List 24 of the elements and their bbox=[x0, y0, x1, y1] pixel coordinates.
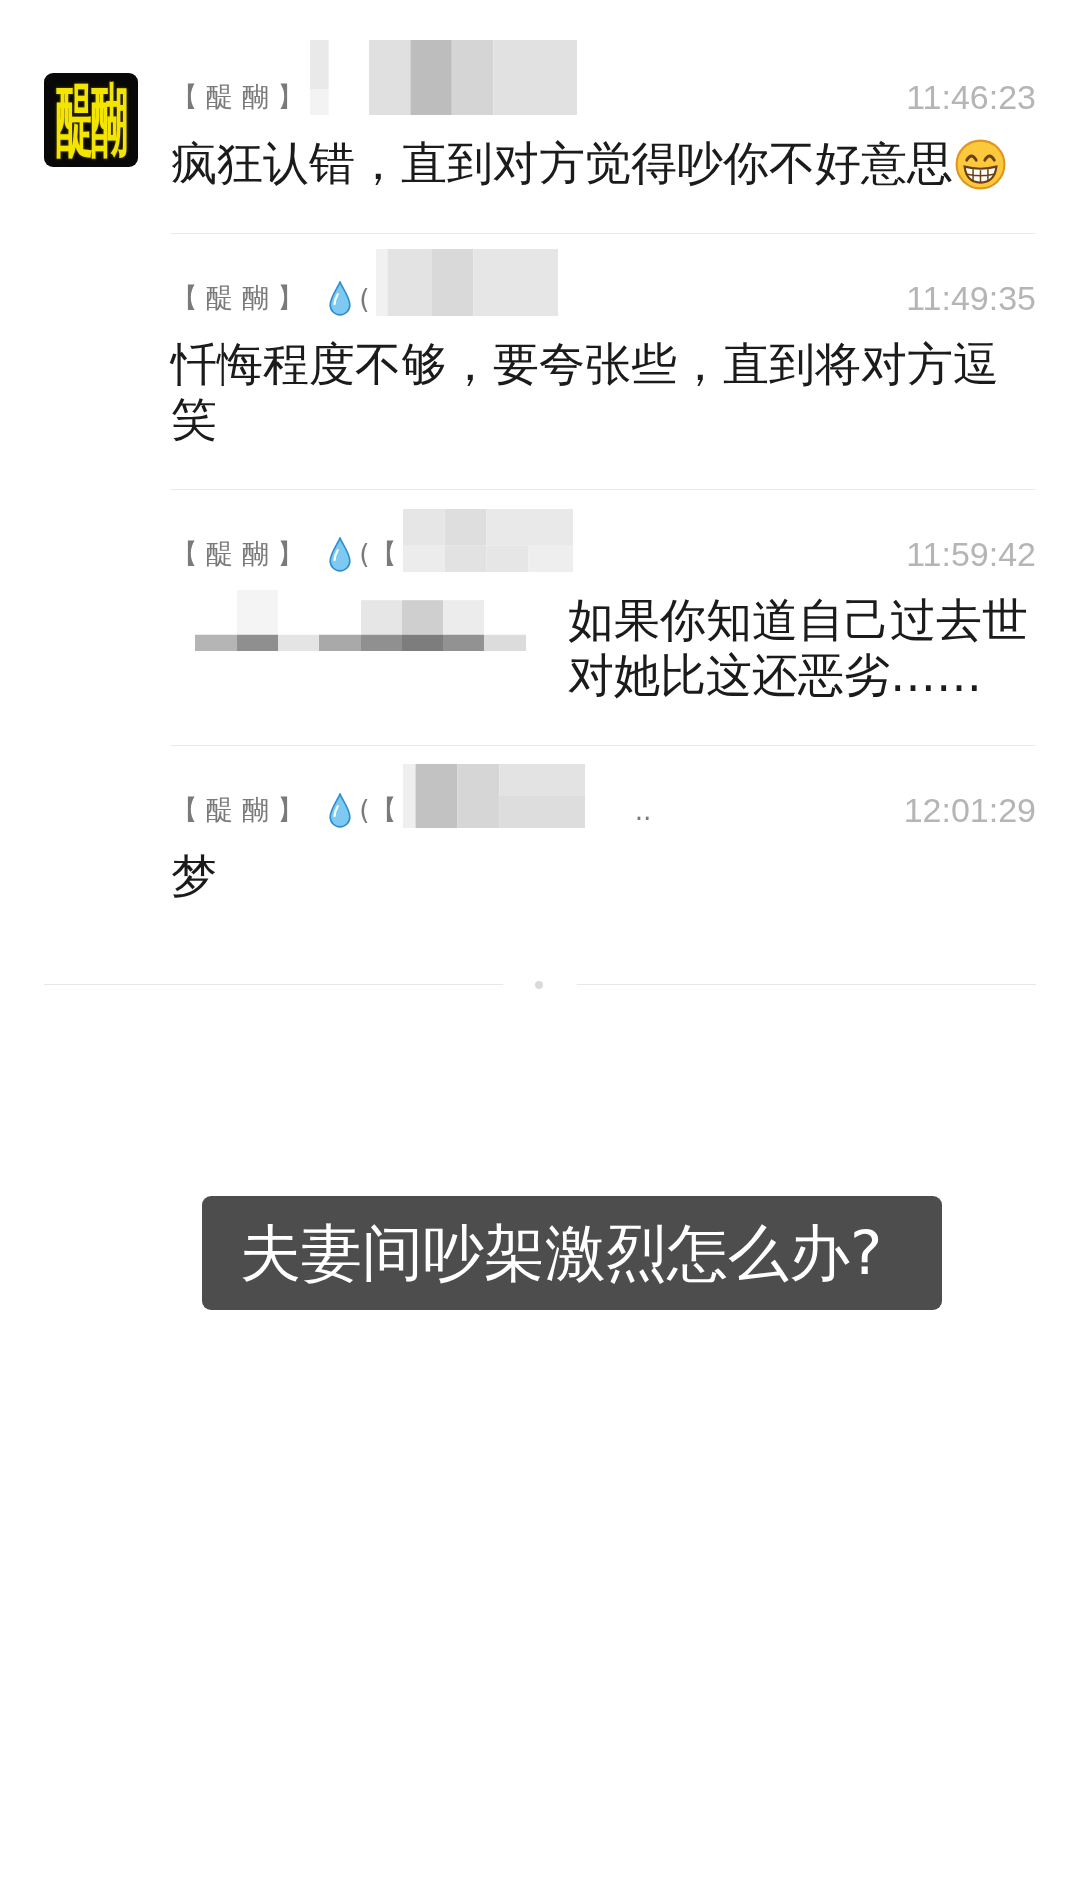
avatar-text: 醍醐 bbox=[56, 81, 126, 159]
water-drop-icon bbox=[328, 280, 353, 316]
sender-text: (【 bbox=[359, 793, 397, 827]
sender-name: 【 醍 醐 】 bbox=[171, 281, 305, 315]
timestamp: 11:59:42 bbox=[906, 534, 1036, 574]
timestamp: 11:49:35 bbox=[906, 278, 1036, 318]
caption-text: 夫妻间吵架激烈怎么办? bbox=[202, 1196, 942, 1310]
sender-name: 【 醍 醐 】 bbox=[171, 80, 305, 114]
message-text: 忏悔程度不够，要夸张些，直到将对方逗笑 bbox=[171, 337, 999, 446]
message-text: 梦 bbox=[171, 849, 217, 903]
divider-dot-icon bbox=[535, 980, 543, 989]
message-text: 疯狂认错，直到对方觉得吵你不好意思 bbox=[171, 136, 953, 190]
sender-text: (【 bbox=[359, 537, 397, 571]
grinning-face-icon bbox=[955, 139, 1006, 190]
sender-text: ( bbox=[359, 282, 370, 314]
sender-name: 【 醍 醐 】 bbox=[171, 537, 305, 571]
timestamp: 11:46:23 bbox=[906, 77, 1036, 117]
sender-name: 【 醍 醐 】 bbox=[171, 793, 305, 827]
timestamp: 12:01:29 bbox=[903, 790, 1036, 830]
sender-text: .. bbox=[634, 794, 652, 826]
water-drop-icon bbox=[328, 792, 353, 828]
message-text: 如果你知道自己过去世对她比这还恶劣…… bbox=[568, 593, 1029, 703]
water-drop-icon bbox=[328, 536, 353, 572]
avatar-image[interactable]: 醍醐 bbox=[44, 73, 138, 167]
